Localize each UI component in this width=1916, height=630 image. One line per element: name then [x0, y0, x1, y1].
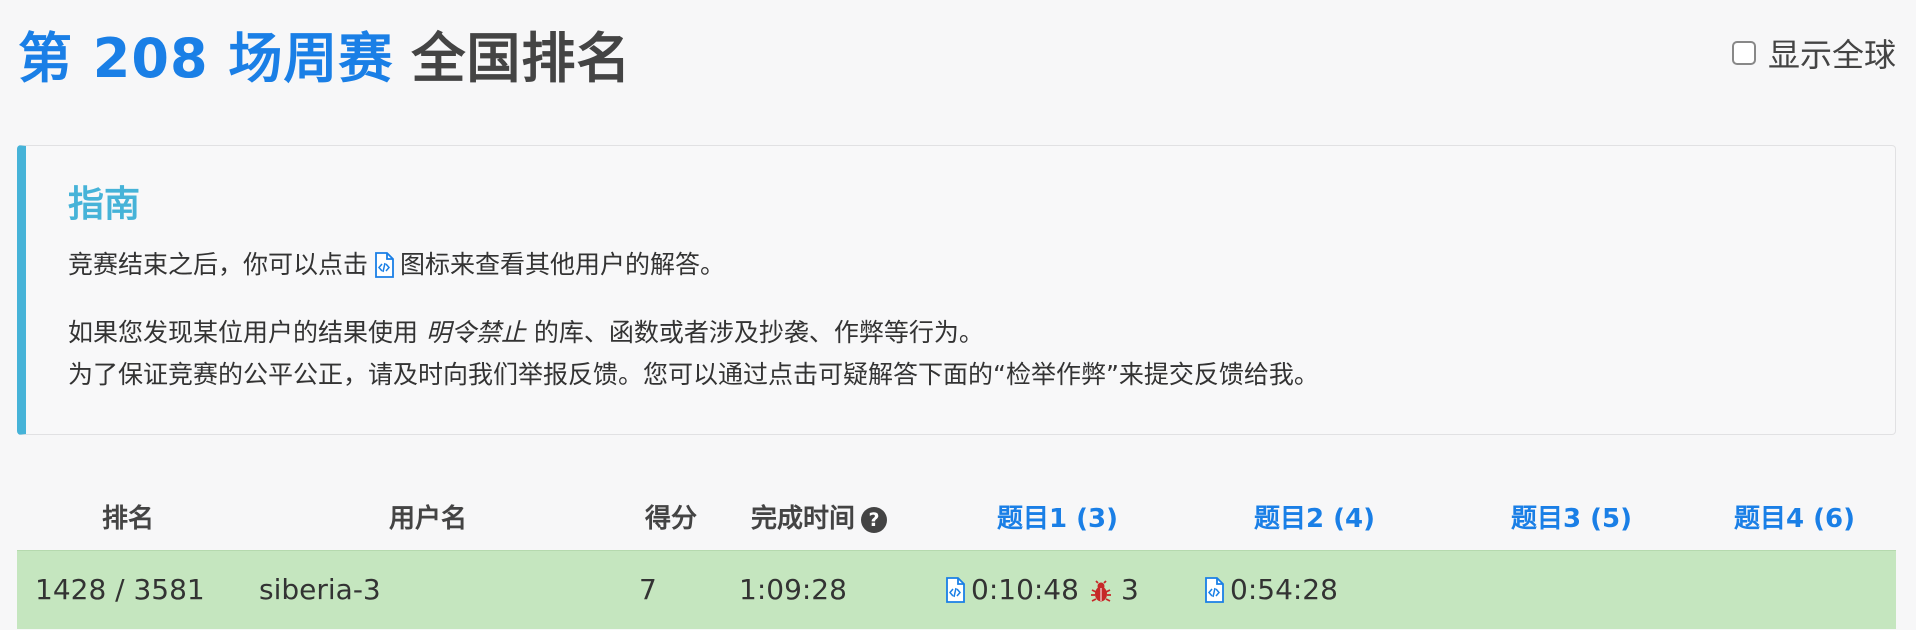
- ranking-table: 排名 用户名 得分 完成时间? 题目1 (3) 题目2 (4) 题目3 (5) …: [17, 480, 1896, 629]
- guide-line-2-end: 的库、函数或者涉及抄袭、作弊等行为。: [525, 318, 984, 347]
- contest-title[interactable]: 第 208 场周赛: [18, 14, 393, 93]
- row-question-1-wrong-count: 3: [1120, 573, 1139, 606]
- question-circle-icon[interactable]: ?: [861, 507, 888, 533]
- header-question-2[interactable]: 题目2 (4): [1254, 498, 1375, 535]
- guide-line-2: 如果您发现某位用户的结果使用 明令禁止 的库、函数或者涉及抄袭、作弊等行为。: [68, 312, 1837, 354]
- row-question-2-time: 0:54:28: [1230, 573, 1338, 606]
- guide-title: 指南: [68, 184, 141, 225]
- header-question-4[interactable]: 题目4 (6): [1734, 498, 1855, 535]
- table-header: 排名 用户名 得分 完成时间? 题目1 (3) 题目2 (4) 题目3 (5) …: [17, 480, 1896, 550]
- contest-ranking-page: 第 208 场周赛 全国排名 显示全球 指南 竞赛结束之后，你可以点击 图标来查看…: [0, 0, 1916, 630]
- table-row: 1428 / 3581 siberia-3 7 1:09:28 0:10:48 …: [17, 550, 1896, 629]
- guide-line-1-start: 竞赛结束之后，你可以点击: [68, 250, 369, 279]
- bug-icon: [1089, 578, 1113, 602]
- code-file-icon: [374, 249, 394, 278]
- header-question-3[interactable]: 题目3 (5): [1511, 498, 1632, 535]
- show-global-label[interactable]: 显示全球: [1768, 30, 1896, 76]
- row-score: 7: [639, 573, 657, 606]
- row-rank: 1428 / 3581: [35, 573, 205, 606]
- guide-line-1: 竞赛结束之后，你可以点击 图标来查看其他用户的解答。: [68, 244, 1837, 286]
- row-question-2: 0:54:28: [1204, 573, 1338, 606]
- show-global-toggle[interactable]: 显示全球: [1731, 30, 1896, 76]
- header-username: 用户名: [389, 504, 468, 534]
- row-finish-time: 1:09:28: [739, 573, 847, 606]
- guide-panel: 指南 竞赛结束之后，你可以点击 图标来查看其他用户的解答。 如果您发现某位用户的结…: [17, 145, 1896, 435]
- code-file-icon[interactable]: [945, 576, 965, 603]
- header-question-1[interactable]: 题目1 (3): [997, 498, 1118, 535]
- row-username[interactable]: siberia-3: [259, 573, 381, 606]
- guide-line-2-emphasis: 明令禁止: [425, 318, 526, 347]
- page-title: 第 208 场周赛 全国排名: [18, 14, 631, 94]
- row-question-1-time: 0:10:48: [971, 573, 1079, 606]
- guide-line-3: 为了保证竞赛的公平公正，请及时向我们举报反馈。您可以通过点击可疑解答下面的“检举…: [68, 360, 1319, 389]
- code-file-icon[interactable]: [1204, 576, 1224, 603]
- header-score: 得分: [645, 504, 698, 534]
- guide-line-2-start: 如果您发现某位用户的结果使用: [68, 318, 426, 347]
- header-rank: 排名: [102, 504, 155, 534]
- header-finish-time: 完成时间?: [751, 498, 888, 535]
- row-question-1: 0:10:48 3: [945, 573, 1139, 606]
- ranking-title: 全国排名: [411, 27, 632, 90]
- header-finish-time-label: 完成时间: [751, 504, 856, 534]
- guide-line-1-end: 图标来查看其他用户的解答。: [400, 250, 726, 279]
- show-global-checkbox[interactable]: [1731, 41, 1756, 65]
